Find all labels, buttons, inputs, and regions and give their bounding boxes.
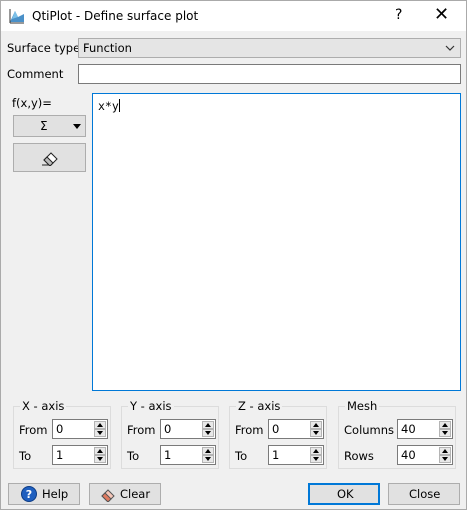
surface-type-select[interactable]: Function [78,38,461,58]
dropdown-arrow-icon [73,124,81,129]
mesh-rows-spinbox[interactable]: 40 [397,445,453,465]
clear-button[interactable]: Clear [89,483,161,505]
x-from-label: From [19,423,48,437]
z-to-spinbox[interactable]: 1 [268,445,324,465]
mesh-group: Mesh Columns 40 Rows 40 [338,399,456,469]
function-expression: x*y [98,99,120,113]
spin-up-icon[interactable] [310,447,322,455]
svg-text:?: ? [26,488,32,501]
context-help-button[interactable]: ? [395,7,402,23]
z-axis-title: Z - axis [236,399,283,413]
spin-down-icon[interactable] [310,455,322,463]
window-close-button[interactable]: ✕ [434,4,449,25]
qtiplot-app-icon [9,9,24,24]
spin-down-icon[interactable] [202,455,214,463]
spin-up-icon[interactable] [202,421,214,429]
z-to-value: 1 [272,448,280,462]
spin-down-icon[interactable] [310,429,322,437]
y-from-value: 0 [164,422,172,436]
x-from-value: 0 [56,422,64,436]
eraser-icon [101,489,115,502]
mesh-columns-value: 40 [401,422,416,436]
z-from-value: 0 [272,422,280,436]
text-caret [118,99,120,112]
x-from-spinbox[interactable]: 0 [52,419,108,439]
surface-type-label: Surface type [7,41,81,55]
x-axis-group: X - axis From 0 To 1 [13,399,111,469]
help-icon: ? [21,486,37,502]
spin-down-icon[interactable] [94,429,106,437]
spin-down-icon[interactable] [439,455,451,463]
x-axis-title: X - axis [20,399,67,413]
window-title: QtiPlot - Define surface plot [32,9,199,23]
spin-down-icon[interactable] [94,455,106,463]
eraser-icon [42,152,58,166]
spin-up-icon[interactable] [439,447,451,455]
z-from-spinbox[interactable]: 0 [268,419,324,439]
mesh-columns-spinbox[interactable]: 40 [397,419,453,439]
spin-down-icon[interactable] [439,429,451,437]
z-from-label: From [235,423,264,437]
y-to-label: To [127,449,140,463]
help-button[interactable]: ? Help [8,483,80,505]
functions-menu-button[interactable]: Σ [13,115,86,137]
comment-label: Comment [7,67,64,81]
mesh-title: Mesh [345,399,380,413]
y-from-label: From [127,423,156,437]
chevron-down-icon [445,45,455,51]
z-axis-group: Z - axis From 0 To 1 [229,399,327,469]
close-button[interactable]: Close [388,483,460,505]
spin-up-icon[interactable] [94,447,106,455]
spin-down-icon[interactable] [202,429,214,437]
clear-button-label: Clear [120,487,151,501]
mesh-rows-value: 40 [401,448,416,462]
comment-input[interactable] [78,64,461,84]
close-button-label: Close [409,487,441,501]
x-to-spinbox[interactable]: 1 [52,445,108,465]
ok-button[interactable]: OK [308,483,380,505]
y-from-spinbox[interactable]: 0 [160,419,216,439]
sigma-icon: Σ [40,119,48,133]
dialog-window: QtiPlot - Define surface plot ? ✕ Surfac… [0,0,467,510]
function-label: f(x,y)= [12,96,52,110]
surface-type-value: Function [83,41,132,55]
mesh-rows-label: Rows [344,449,374,463]
y-to-value: 1 [164,448,172,462]
x-to-label: To [19,449,32,463]
clear-function-button[interactable] [13,143,86,172]
spin-up-icon[interactable] [439,421,451,429]
spin-up-icon[interactable] [202,447,214,455]
y-to-spinbox[interactable]: 1 [160,445,216,465]
function-editor[interactable]: x*y [92,93,461,391]
z-to-label: To [235,449,248,463]
x-to-value: 1 [56,448,64,462]
y-axis-group: Y - axis From 0 To 1 [121,399,219,469]
mesh-columns-label: Columns [344,423,395,437]
y-axis-title: Y - axis [128,399,174,413]
help-button-label: Help [42,487,69,501]
title-bar: QtiPlot - Define surface plot ? ✕ [1,1,466,31]
spin-up-icon[interactable] [310,421,322,429]
spin-up-icon[interactable] [94,421,106,429]
ok-button-label: OK [337,487,354,501]
